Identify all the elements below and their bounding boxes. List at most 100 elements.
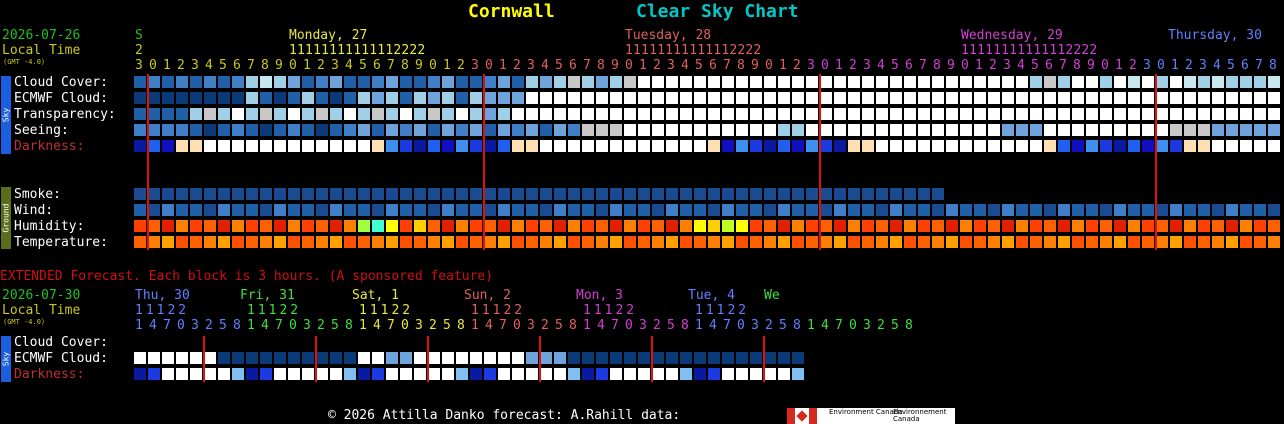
temperature-block[interactable] <box>386 236 398 248</box>
wind-block[interactable] <box>176 204 188 216</box>
smoke-block[interactable] <box>344 188 356 200</box>
darkness-block[interactable] <box>834 140 846 152</box>
ext-darkness-block[interactable] <box>442 368 454 380</box>
ext-darkness-block[interactable] <box>540 368 552 380</box>
ext-darkness-block[interactable] <box>218 368 230 380</box>
wind-block[interactable] <box>820 204 832 216</box>
smoke-block[interactable] <box>890 188 902 200</box>
transparency-block[interactable] <box>1002 108 1014 120</box>
cloud-cover-block[interactable] <box>442 76 454 88</box>
ecmwf-cloud-block[interactable] <box>708 92 720 104</box>
humidity-block[interactable] <box>778 220 790 232</box>
seeing-block[interactable] <box>414 124 426 136</box>
transparency-block[interactable] <box>400 108 412 120</box>
cloud-cover-block[interactable] <box>680 76 692 88</box>
humidity-block[interactable] <box>232 220 244 232</box>
darkness-block[interactable] <box>694 140 706 152</box>
ecmwf-cloud-block[interactable] <box>330 92 342 104</box>
wind-block[interactable] <box>904 204 916 216</box>
cloud-cover-block[interactable] <box>1058 76 1070 88</box>
cloud-cover-block[interactable] <box>162 76 174 88</box>
ext-ecmwf-block[interactable] <box>316 352 328 364</box>
cloud-cover-block[interactable] <box>260 76 272 88</box>
cloud-cover-block[interactable] <box>316 76 328 88</box>
ext-darkness-block[interactable] <box>498 368 510 380</box>
seeing-block[interactable] <box>358 124 370 136</box>
darkness-block[interactable] <box>638 140 650 152</box>
darkness-block[interactable] <box>1254 140 1266 152</box>
darkness-block[interactable] <box>1184 140 1196 152</box>
ecmwf-cloud-block[interactable] <box>288 92 300 104</box>
wind-block[interactable] <box>624 204 636 216</box>
cloud-cover-block[interactable] <box>134 76 146 88</box>
seeing-block[interactable] <box>1142 124 1154 136</box>
temperature-block[interactable] <box>1226 236 1238 248</box>
temperature-block[interactable] <box>568 236 580 248</box>
cloud-cover-block[interactable] <box>750 76 762 88</box>
ecmwf-cloud-block[interactable] <box>932 92 944 104</box>
wind-block[interactable] <box>1030 204 1042 216</box>
temperature-block[interactable] <box>288 236 300 248</box>
seeing-block[interactable] <box>568 124 580 136</box>
darkness-block[interactable] <box>260 140 272 152</box>
temperature-block[interactable] <box>372 236 384 248</box>
wind-block[interactable] <box>1254 204 1266 216</box>
ext-ecmwf-block[interactable] <box>540 352 552 364</box>
transparency-block[interactable] <box>596 108 608 120</box>
seeing-block[interactable] <box>232 124 244 136</box>
ext-darkness-block[interactable] <box>526 368 538 380</box>
temperature-block[interactable] <box>764 236 776 248</box>
temperature-block[interactable] <box>498 236 510 248</box>
ecmwf-cloud-block[interactable] <box>596 92 608 104</box>
humidity-block[interactable] <box>680 220 692 232</box>
cloud-cover-block[interactable] <box>386 76 398 88</box>
wind-block[interactable] <box>652 204 664 216</box>
transparency-block[interactable] <box>848 108 860 120</box>
transparency-block[interactable] <box>442 108 454 120</box>
smoke-block[interactable] <box>246 188 258 200</box>
seeing-block[interactable] <box>1156 124 1168 136</box>
ecmwf-cloud-block[interactable] <box>680 92 692 104</box>
temperature-block[interactable] <box>190 236 202 248</box>
ecmwf-cloud-block[interactable] <box>1058 92 1070 104</box>
humidity-block[interactable] <box>512 220 524 232</box>
ext-ecmwf-block[interactable] <box>204 352 216 364</box>
cloud-cover-block[interactable] <box>1268 76 1280 88</box>
wind-block[interactable] <box>792 204 804 216</box>
temperature-block[interactable] <box>904 236 916 248</box>
temperature-block[interactable] <box>302 236 314 248</box>
seeing-block[interactable] <box>344 124 356 136</box>
seeing-block[interactable] <box>540 124 552 136</box>
seeing-block[interactable] <box>1212 124 1224 136</box>
seeing-block[interactable] <box>512 124 524 136</box>
seeing-block[interactable] <box>988 124 1000 136</box>
seeing-block[interactable] <box>1184 124 1196 136</box>
ecmwf-cloud-block[interactable] <box>260 92 272 104</box>
seeing-block[interactable] <box>1002 124 1014 136</box>
transparency-block[interactable] <box>372 108 384 120</box>
ext-ecmwf-block[interactable] <box>428 352 440 364</box>
transparency-block[interactable] <box>498 108 510 120</box>
temperature-block[interactable] <box>1114 236 1126 248</box>
transparency-block[interactable] <box>540 108 552 120</box>
smoke-block[interactable] <box>722 188 734 200</box>
smoke-block[interactable] <box>330 188 342 200</box>
seeing-block[interactable] <box>428 124 440 136</box>
humidity-block[interactable] <box>470 220 482 232</box>
darkness-block[interactable] <box>358 140 370 152</box>
transparency-block[interactable] <box>1226 108 1238 120</box>
ext-ecmwf-block[interactable] <box>274 352 286 364</box>
wind-block[interactable] <box>974 204 986 216</box>
humidity-block[interactable] <box>316 220 328 232</box>
cloud-cover-block[interactable] <box>652 76 664 88</box>
ext-darkness-block[interactable] <box>274 368 286 380</box>
smoke-block[interactable] <box>694 188 706 200</box>
seeing-block[interactable] <box>372 124 384 136</box>
humidity-block[interactable] <box>218 220 230 232</box>
smoke-block[interactable] <box>442 188 454 200</box>
humidity-block[interactable] <box>1170 220 1182 232</box>
darkness-block[interactable] <box>526 140 538 152</box>
transparency-block[interactable] <box>1030 108 1042 120</box>
seeing-block[interactable] <box>820 124 832 136</box>
darkness-block[interactable] <box>428 140 440 152</box>
